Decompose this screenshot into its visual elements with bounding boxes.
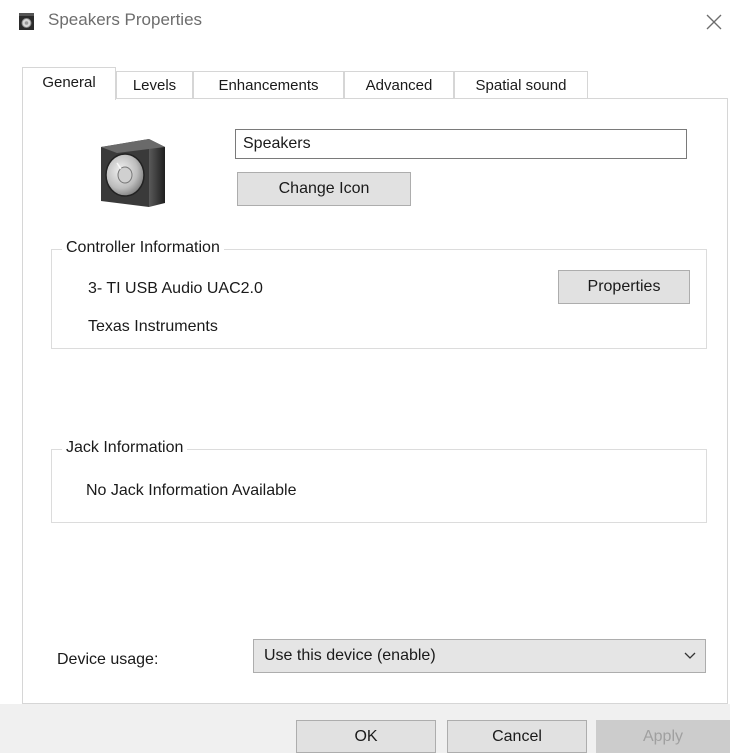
speakers-properties-window: Speakers Properties General Levels Enhan… [0,0,730,753]
dialog-button-bar: OK Cancel Apply [0,704,730,753]
controller-group-title: Controller Information [62,239,224,257]
general-tab-panel: Change Icon Controller Information 3- TI… [22,98,728,704]
jack-status-text: No Jack Information Available [86,482,297,499]
apply-button[interactable]: Apply [596,720,730,753]
controller-manufacturer: Texas Instruments [88,318,218,335]
tab-levels[interactable]: Levels [116,71,193,99]
change-icon-button[interactable]: Change Icon [237,172,411,206]
ok-button[interactable]: OK [296,720,436,753]
tab-general[interactable]: General [22,67,116,100]
tab-strip: General Levels Enhancements Advanced Spa… [22,67,722,100]
title-bar[interactable]: Speakers Properties [0,0,730,46]
tab-spatial-sound[interactable]: Spatial sound [454,71,588,99]
speaker-device-icon [101,139,165,207]
jack-information-group: Jack Information No Jack Information Ava… [51,439,707,523]
jack-group-title: Jack Information [62,439,188,457]
chevron-down-icon [684,652,696,659]
cancel-button[interactable]: Cancel [447,720,587,753]
tab-advanced[interactable]: Advanced [344,71,454,99]
device-name-input[interactable] [235,129,687,159]
device-usage-selected: Use this device (enable) [264,647,436,664]
controller-information-group: Controller Information 3- TI USB Audio U… [51,239,707,349]
close-icon[interactable] [700,8,728,36]
tab-enhancements[interactable]: Enhancements [193,71,344,99]
controller-device-name: 3- TI USB Audio UAC2.0 [88,280,263,297]
window-title: Speakers Properties [48,10,203,29]
controller-properties-button[interactable]: Properties [558,270,690,304]
device-usage-dropdown[interactable]: Use this device (enable) [253,639,706,673]
speaker-title-icon [19,13,34,30]
device-usage-label: Device usage: [57,651,159,668]
